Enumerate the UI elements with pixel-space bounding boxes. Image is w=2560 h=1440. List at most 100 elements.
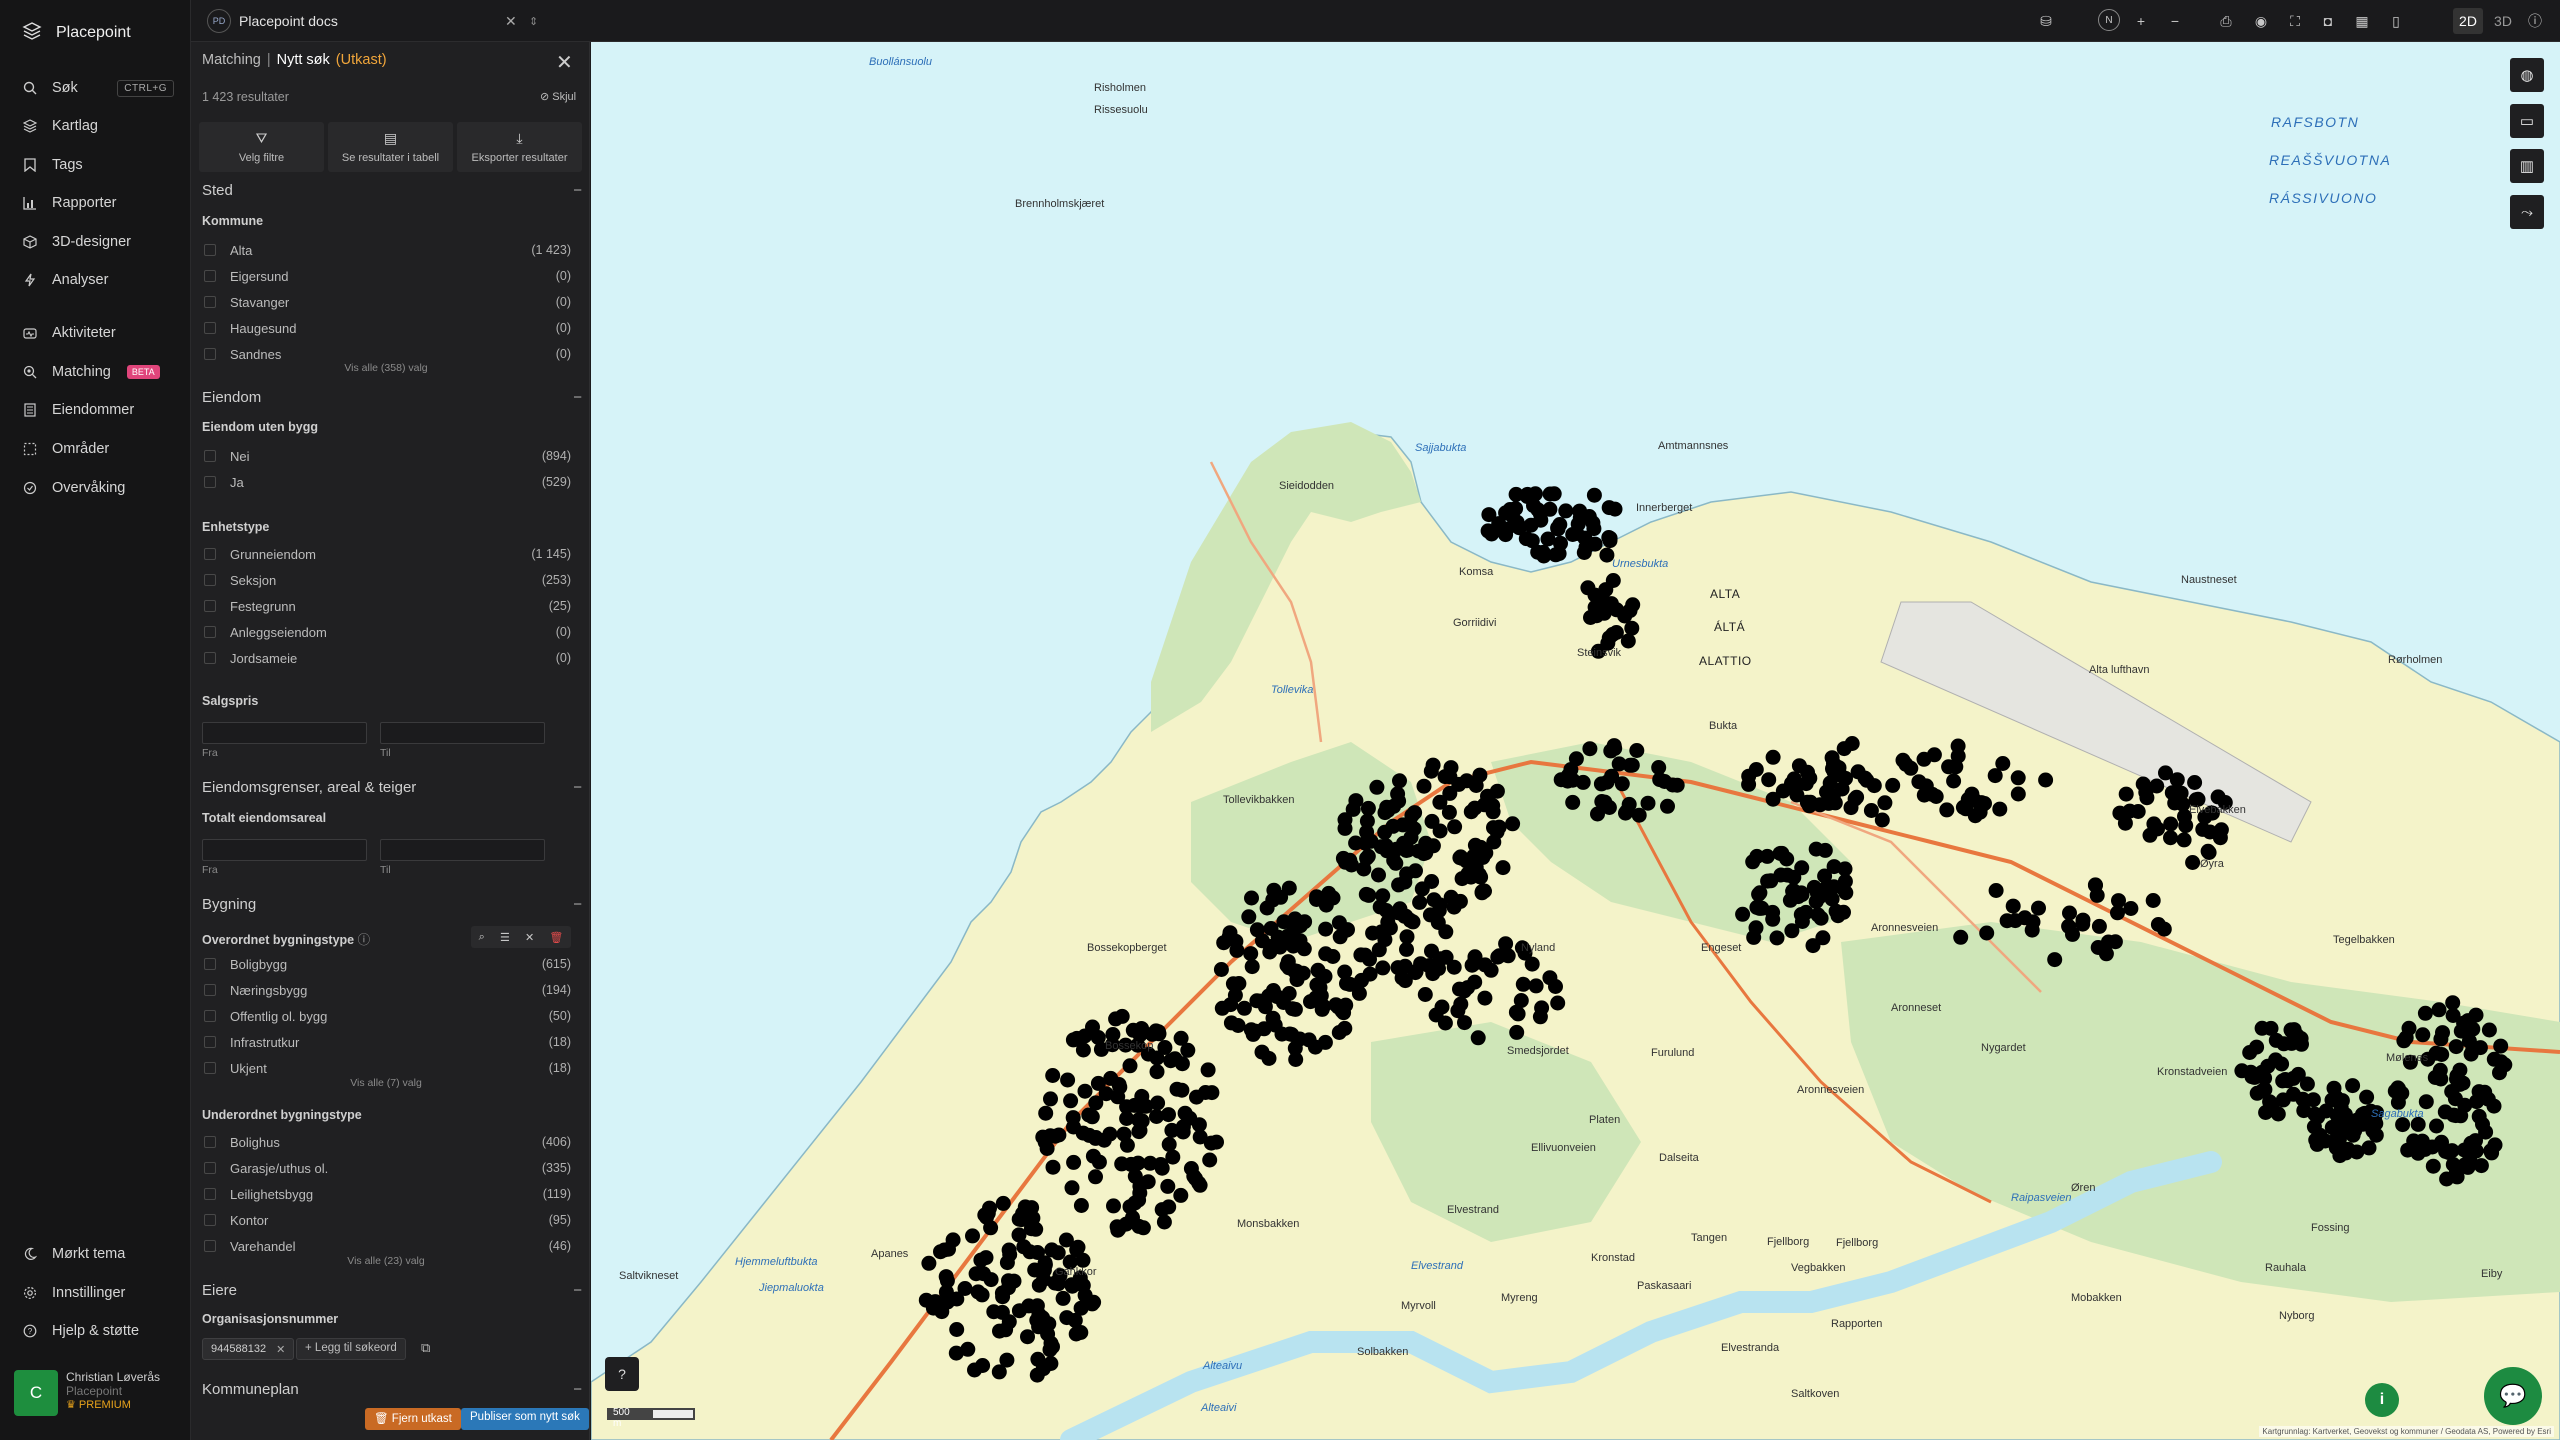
property-point[interactable] [1599, 774, 1615, 790]
property-point[interactable] [1209, 1134, 1224, 1150]
property-point[interactable] [1259, 900, 1275, 916]
property-point[interactable] [1831, 760, 1847, 776]
property-point[interactable] [967, 1362, 982, 1378]
property-point[interactable] [2471, 1108, 2487, 1124]
collapse-icon[interactable]: − [573, 389, 582, 406]
property-point[interactable] [2163, 830, 2178, 846]
property-point[interactable] [1763, 873, 1779, 889]
property-point[interactable] [1390, 905, 1406, 921]
map-tool-route[interactable]: ⤳ [2510, 195, 2544, 229]
user-profile[interactable]: C Christian Løverås Placepoint ♛ PREMIUM [14, 1370, 184, 1424]
property-point[interactable] [1122, 1058, 1138, 1074]
property-point[interactable] [1480, 792, 1496, 808]
filter-option[interactable]: Anleggseiendom (0) [204, 623, 571, 641]
property-point[interactable] [1090, 1030, 1106, 1045]
property-point[interactable] [2176, 832, 2192, 848]
map-tool-stats[interactable]: ▥ [2510, 149, 2544, 183]
property-point[interactable] [949, 1291, 965, 1307]
section-eiendom[interactable]: Eiendom − [202, 389, 582, 406]
nav-item-eiendommer[interactable]: Eiendommer [22, 397, 174, 423]
property-point[interactable] [1132, 1098, 1148, 1114]
property-point[interactable] [2437, 1104, 2453, 1120]
property-point[interactable] [1502, 502, 1518, 517]
property-point[interactable] [1759, 848, 1775, 864]
filter-option[interactable]: Sandnes (0) [204, 345, 571, 363]
property-point[interactable] [1793, 907, 1809, 922]
property-point[interactable] [1281, 960, 1297, 976]
property-point[interactable] [2309, 1136, 2325, 1152]
property-point[interactable] [1422, 907, 1438, 923]
property-point[interactable] [1452, 981, 1467, 997]
checkbox[interactable] [204, 1240, 216, 1252]
checkbox[interactable] [204, 574, 216, 586]
map-help-button[interactable]: ? [605, 1357, 639, 1391]
property-point[interactable] [1483, 962, 1499, 978]
property-point[interactable] [1244, 959, 1260, 975]
property-point[interactable] [1369, 779, 1385, 795]
property-point[interactable] [2299, 1076, 2315, 1092]
property-point[interactable] [1325, 949, 1341, 964]
property-point[interactable] [1434, 999, 1450, 1015]
property-point[interactable] [1058, 1232, 1074, 1248]
property-point[interactable] [960, 1341, 976, 1357]
filter-option[interactable]: Leilighetsbygg (119) [204, 1185, 571, 1203]
property-point[interactable] [999, 1352, 1015, 1368]
property-point[interactable] [1357, 835, 1373, 851]
add-keyword-button[interactable]: + Legg til søkeord [296, 1338, 406, 1360]
filter-option[interactable]: Alta (1 423) [204, 241, 571, 259]
property-point[interactable] [2428, 1045, 2444, 1061]
property-point[interactable] [921, 1255, 937, 1271]
property-point[interactable] [1495, 860, 1511, 876]
breadcrumb-section[interactable]: Matching [202, 52, 261, 68]
property-point[interactable] [1652, 772, 1668, 788]
property-point[interactable] [1424, 874, 1440, 889]
property-point[interactable] [1273, 889, 1289, 905]
property-point[interactable] [1536, 548, 1552, 564]
map-tool-globe[interactable]: ◍ [2510, 58, 2544, 92]
property-point[interactable] [1088, 1169, 1103, 1185]
show-all-link[interactable]: Vis alle (23) valg [191, 1255, 581, 1267]
show-all-link[interactable]: Vis alle (7) valg [191, 1077, 581, 1089]
checkbox[interactable] [204, 548, 216, 560]
property-point[interactable] [2424, 1139, 2440, 1155]
property-point[interactable] [1527, 486, 1543, 502]
property-point[interactable] [1582, 741, 1598, 757]
property-point[interactable] [2274, 1056, 2290, 1072]
property-point[interactable] [2038, 772, 2054, 788]
filter-option[interactable]: Festegrunn (25) [204, 597, 571, 615]
property-point[interactable] [1471, 867, 1487, 882]
property-point[interactable] [1827, 795, 1843, 811]
checkbox[interactable] [204, 1214, 216, 1226]
bookmark-map-icon[interactable]: ▯ [2386, 10, 2406, 32]
property-point[interactable] [1838, 885, 1854, 901]
property-point[interactable] [1125, 1022, 1141, 1038]
mode-2d-button[interactable]: 2D [2453, 8, 2483, 34]
property-point[interactable] [1424, 943, 1439, 959]
property-point[interactable] [1863, 803, 1879, 818]
property-point[interactable] [1045, 1068, 1061, 1083]
collapse-icon[interactable]: − [573, 1282, 582, 1299]
section-kommuneplan[interactable]: Kommuneplan − [202, 1381, 582, 1398]
property-point[interactable] [1308, 990, 1324, 1006]
filter-option[interactable]: Eigersund (0) [204, 267, 571, 285]
property-point[interactable] [1236, 1000, 1252, 1016]
property-point[interactable] [1813, 910, 1829, 926]
property-point[interactable] [1542, 486, 1558, 502]
property-point[interactable] [1786, 869, 1802, 885]
property-point[interactable] [1287, 911, 1303, 927]
property-point[interactable] [1213, 962, 1229, 977]
zoom-in-icon[interactable]: + [2131, 10, 2151, 32]
property-point[interactable] [1817, 842, 1833, 858]
map-view[interactable]: Buollánsuolu Risholmen Rissesuolu Brennh… [591, 42, 2560, 1440]
property-point[interactable] [949, 1322, 965, 1337]
property-point[interactable] [1885, 777, 1901, 793]
property-point[interactable] [1073, 1198, 1089, 1213]
filter-option[interactable]: Nei (894) [204, 447, 571, 465]
eye-icon[interactable]: ◉ [2251, 10, 2271, 32]
view-table-button[interactable]: ▤ Se resultater i tabell [328, 122, 453, 172]
property-point[interactable] [1844, 736, 1860, 751]
property-point[interactable] [2065, 926, 2080, 942]
property-point[interactable] [1392, 773, 1407, 789]
property-point[interactable] [1011, 1303, 1027, 1319]
collapse-icon[interactable]: − [573, 896, 582, 913]
